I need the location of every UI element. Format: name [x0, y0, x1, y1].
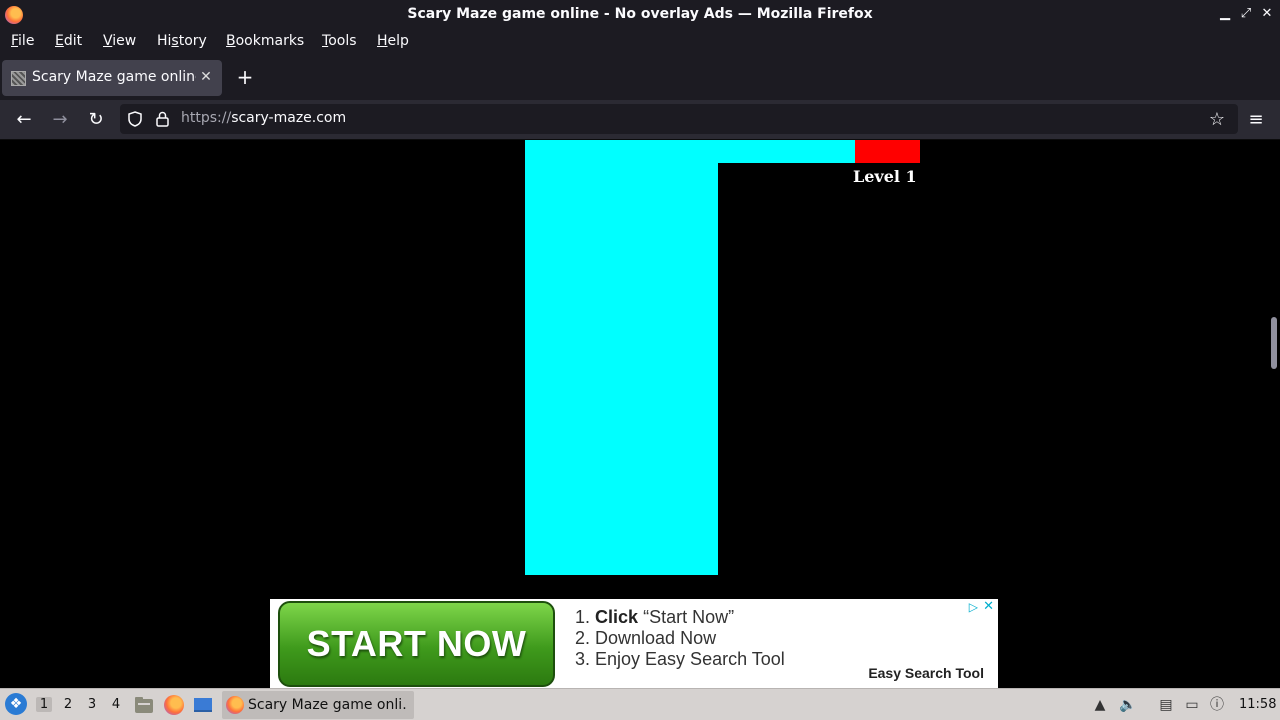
- app-menu-button[interactable]: ≡: [1244, 108, 1268, 132]
- menu-bookmarks[interactable]: Bookmarks: [224, 33, 306, 49]
- tray-arrow-icon[interactable]: ▲: [1091, 696, 1109, 714]
- menu-view[interactable]: View: [101, 33, 138, 49]
- page-content: Level 1 START NOW 1. Click “Start Now” 2…: [0, 140, 1280, 688]
- forward-button[interactable]: →: [48, 108, 72, 132]
- menu-file[interactable]: File: [9, 33, 36, 49]
- menu-tools[interactable]: Tools: [320, 33, 359, 49]
- clock: 11:58: [1239, 697, 1277, 712]
- ad-start-now-button[interactable]: START NOW: [278, 601, 555, 687]
- scrollbar-thumb[interactable]: [1271, 317, 1277, 369]
- taskbar-firefox-window[interactable]: Scary Maze game onli…: [222, 691, 414, 719]
- back-button[interactable]: ←: [12, 108, 36, 132]
- workspace-2[interactable]: 2: [60, 697, 76, 712]
- maze-path-horizontal[interactable]: [718, 140, 855, 163]
- close-window-button[interactable]: ✕: [1258, 5, 1276, 23]
- start-menu-icon[interactable]: ❖: [5, 693, 27, 715]
- reload-button[interactable]: ↻: [84, 108, 108, 132]
- ad-close-icon[interactable]: ✕: [983, 599, 994, 614]
- new-tab-button[interactable]: +: [234, 66, 256, 88]
- ad-step-3: 3. Enjoy Easy Search Tool: [575, 649, 785, 669]
- notification-icon[interactable]: ⓘ: [1208, 696, 1226, 714]
- site-favicon-icon: [11, 71, 26, 86]
- menu-bar: File Edit View History Bookmarks Tools H…: [0, 30, 1280, 56]
- url-text: https://scary-maze.com: [181, 110, 347, 126]
- menu-history[interactable]: History: [155, 33, 209, 49]
- file-manager-icon[interactable]: [134, 695, 154, 715]
- workspace-1[interactable]: 1: [36, 697, 52, 712]
- ad-steps: 1. Click “Start Now” 2. Download Now 3. …: [575, 607, 785, 670]
- window-titlebar: Scary Maze game online - No overlay Ads …: [0, 0, 1280, 30]
- maze-path-vertical[interactable]: [525, 140, 718, 575]
- maximize-button[interactable]: ⤢: [1237, 5, 1255, 23]
- tab-strip: Scary Maze game online - No overlay Ads …: [0, 56, 1280, 100]
- menu-help[interactable]: Help: [375, 33, 411, 49]
- nav-bar: ← → ↻ https://scary-maze.com ☆ ≡: [0, 100, 1280, 140]
- firefox-icon: [226, 696, 244, 714]
- menu-edit[interactable]: Edit: [53, 33, 84, 49]
- tab-close-icon[interactable]: ✕: [198, 68, 214, 86]
- clipboard-icon[interactable]: ▤: [1157, 696, 1175, 714]
- ad-banner[interactable]: START NOW 1. Click “Start Now” 2. Downlo…: [270, 599, 998, 688]
- ad-step-1: 1. Click “Start Now”: [575, 607, 735, 627]
- ad-brand: Easy Search Tool: [868, 665, 984, 681]
- workspace-3[interactable]: 3: [84, 697, 100, 712]
- taskbar: ❖ 1 2 3 4 Scary Maze game onli… ▲ 🔈 ▤ ▭ …: [0, 688, 1280, 720]
- minimize-button[interactable]: ▁: [1216, 5, 1234, 23]
- network-icon[interactable]: ▭: [1183, 696, 1201, 714]
- volume-icon[interactable]: 🔈: [1119, 696, 1137, 714]
- bookmark-star-icon[interactable]: ☆: [1205, 108, 1229, 132]
- tab-scary-maze[interactable]: Scary Maze game online - No overlay Ads …: [2, 60, 222, 96]
- lock-icon[interactable]: [156, 111, 169, 127]
- maze-goal[interactable]: [855, 140, 920, 163]
- show-desktop-icon[interactable]: [193, 695, 213, 715]
- ad-step-2: 2. Download Now: [575, 628, 717, 648]
- url-bar[interactable]: https://scary-maze.com: [120, 104, 1238, 134]
- taskbar-window-label: Scary Maze game onli…: [248, 697, 408, 713]
- level-label: Level 1: [853, 167, 917, 186]
- tracking-protection-shield-icon[interactable]: [128, 111, 142, 127]
- workspace-4[interactable]: 4: [108, 697, 124, 712]
- window-title: Scary Maze game online - No overlay Ads …: [407, 6, 873, 22]
- firefox-launcher-icon[interactable]: [164, 695, 184, 715]
- adchoices-icon[interactable]: ▷: [969, 600, 978, 614]
- tab-title: Scary Maze game online - No overlay Ads: [32, 69, 196, 85]
